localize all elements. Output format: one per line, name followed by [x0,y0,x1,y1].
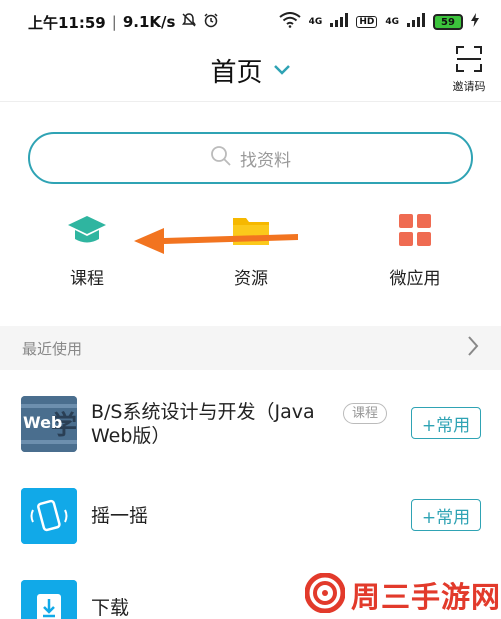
shake-app-icon [21,488,77,544]
page-title: 首页 [210,58,263,88]
course-tag: 课程 [343,403,388,424]
list-item[interactable]: 学 Web B/S系统设计与开发（Java Web版） 课程 +常用 [0,396,501,456]
list-item[interactable]: 摇一摇 +常用 [0,488,501,544]
header-title-dropdown[interactable]: 首页 [0,52,501,89]
network-type-1: 4G [308,17,323,27]
add-favorite-button[interactable]: +常用 [411,407,481,439]
status-right: 4G HD 4G 59 [279,12,479,32]
network-type-2: 4G [385,17,399,27]
watermark: 周三手游网 [304,572,501,617]
quick-entry-micro-apps[interactable]: 微应用 [350,214,480,289]
quick-entry-label: 微应用 [389,269,441,289]
quick-entry-label: 课程 [70,269,104,289]
invite-code-button[interactable]: 邀请码 [451,46,487,94]
chevron-right-icon [467,335,479,361]
thumbnail-text: Web [23,413,63,432]
search-input[interactable]: 找资料 [28,132,473,184]
alarm-clock-icon [203,12,219,32]
add-favorite-button[interactable]: +常用 [411,499,481,531]
hd-badge: HD [356,16,378,28]
graduation-cap-icon [67,214,107,250]
status-speed: 9.1K/s [122,13,176,31]
item-title: 下载 [91,597,130,619]
wifi-icon [279,12,301,32]
status-time: 上午11:59 [28,13,106,32]
item-title-line2: Web版） [91,425,171,447]
recent-header[interactable]: 最近使用 [0,326,501,370]
item-title: 摇一摇 [91,505,149,527]
search-icon [210,145,232,171]
recent-title: 最近使用 [22,339,83,358]
grid-icon [399,214,431,250]
annotation-arrow-icon [130,220,300,264]
chevron-down-icon [273,61,291,80]
search-placeholder: 找资料 [240,150,291,171]
status-left: 上午11:59 | 9.1K/s [28,12,219,33]
signal-icon-1 [330,13,349,31]
watermark-text: 周三手游网 [351,580,501,614]
scan-icon [456,46,482,76]
item-title-line1: B/S系统设计与开发（Java [91,401,315,423]
signal-icon-2 [407,13,425,31]
mute-bell-icon [181,12,197,32]
download-app-icon [21,580,77,619]
course-thumbnail: 学 Web [21,396,77,452]
status-bar: 上午11:59 | 9.1K/s 4G HD 4G 59 [0,0,501,44]
battery-indicator: 59 [433,14,463,30]
quick-entry-label: 资源 [234,269,268,289]
invite-label: 邀请码 [452,80,486,93]
charging-bolt-icon [471,13,479,31]
header: 首页 邀请码 [0,44,501,102]
status-separator: | [111,13,117,31]
watermark-logo-icon [304,572,346,617]
